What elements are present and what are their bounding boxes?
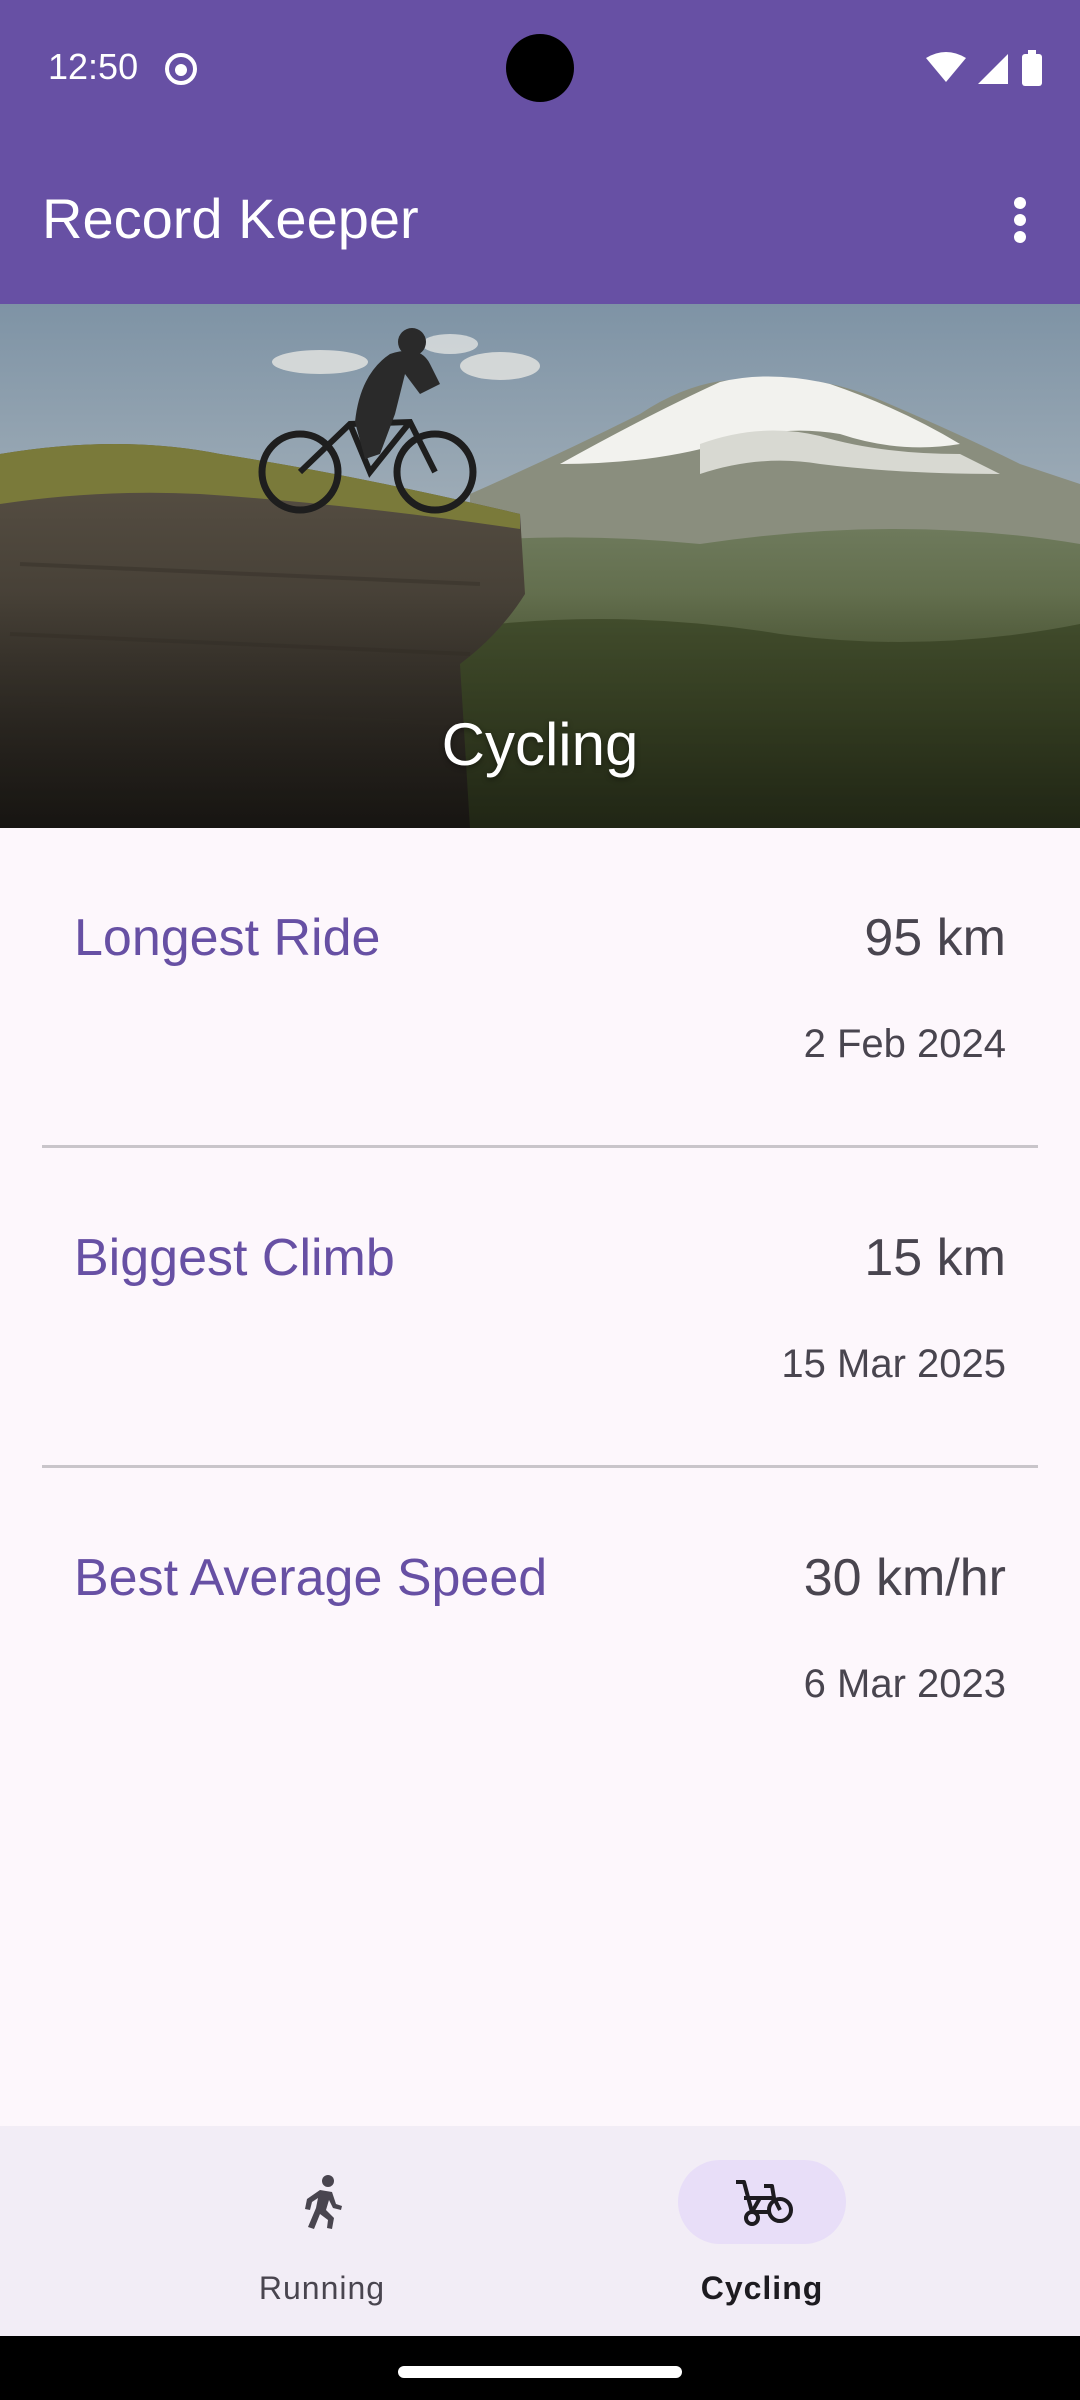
- record-value: 15 km: [864, 1229, 1006, 1287]
- record-date: 15 Mar 2025: [781, 1342, 1006, 1386]
- nav-label: Cycling: [700, 2270, 824, 2306]
- record-item[interactable]: Longest Ride 95 km 2 Feb 2024: [42, 828, 1038, 1148]
- record-name: Biggest Climb: [74, 1229, 395, 1287]
- bottom-navigation: Running Cycling: [0, 2126, 1080, 2336]
- hero-image: Cycling: [0, 304, 1080, 828]
- top-app-bar: Record Keeper: [0, 136, 1080, 304]
- camera-cutout: [506, 34, 574, 102]
- app-notification-icon: [165, 53, 197, 85]
- record-item[interactable]: Best Average Speed 30 km/hr 6 Mar 2023: [42, 1468, 1038, 1788]
- record-value: 30 km/hr: [803, 1549, 1006, 1607]
- nav-indicator-active: [678, 2160, 846, 2244]
- record-name: Best Average Speed: [74, 1549, 548, 1607]
- home-gesture-handle[interactable]: [398, 2366, 682, 2378]
- records-list: Longest Ride 95 km 2 Feb 2024 Biggest Cl…: [0, 828, 1080, 1788]
- signal-icon: [978, 54, 1008, 84]
- app-title: Record Keeper: [42, 187, 419, 250]
- record-date: 2 Feb 2024: [803, 1022, 1006, 1066]
- gesture-navigation-area: [0, 2336, 1080, 2400]
- status-icons: [926, 48, 1042, 88]
- status-bar: 12:50: [0, 0, 1080, 136]
- more-options-button[interactable]: [980, 180, 1060, 260]
- record-name: Longest Ride: [74, 909, 381, 967]
- record-value: 95 km: [864, 909, 1006, 967]
- record-date: 6 Mar 2023: [803, 1662, 1006, 1706]
- battery-icon: [1022, 50, 1042, 86]
- sport-title: Cycling: [441, 711, 639, 778]
- record-item[interactable]: Biggest Climb 15 km 15 Mar 2025: [42, 1148, 1038, 1468]
- nav-item-cycling[interactable]: Cycling: [490, 2126, 1030, 2336]
- running-icon: [305, 2175, 342, 2229]
- screen: 12:50 Record Keeper Cycling Longest Ride…: [0, 0, 1080, 2400]
- nav-indicator: [238, 2160, 406, 2244]
- status-time: 12:50: [48, 46, 139, 87]
- more-vert-icon: [1014, 197, 1026, 243]
- cycling-icon: [736, 2180, 793, 2226]
- wifi-icon: [926, 52, 966, 82]
